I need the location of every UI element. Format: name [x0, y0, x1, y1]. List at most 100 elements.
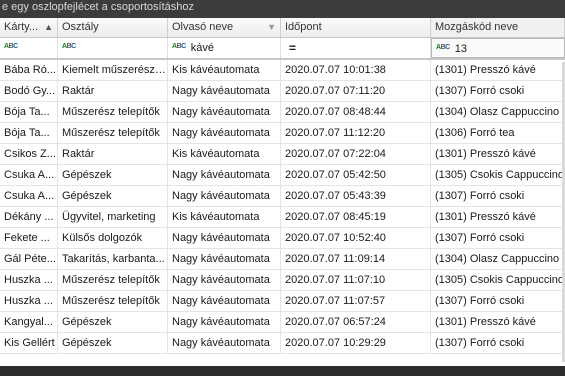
table-cell-osztaly[interactable]: Műszerész telepítők — [58, 123, 168, 143]
table-cell-olvaso[interactable]: Nagy kávéautomata — [168, 102, 281, 122]
table-cell-mozgaskod[interactable]: (1305) Csokis Cappuccino — [431, 270, 565, 290]
table-cell-olvaso[interactable]: Nagy kávéautomata — [168, 186, 281, 206]
table-row[interactable]: Bója Ta... Műszerész telepítők Nagy kávéau… — [0, 123, 565, 144]
table-cell-mozgaskod[interactable]: (1301) Presszó kávé — [431, 207, 565, 227]
table-cell-kartya[interactable]: Huszka ... — [0, 270, 58, 290]
table-cell-idopont[interactable]: 2020.07.07 08:48:44 — [281, 102, 431, 122]
table-cell-osztaly[interactable]: Külsős dolgozók — [58, 228, 168, 248]
table-cell-olvaso[interactable]: Nagy kávéautomata — [168, 312, 281, 332]
table-cell-osztaly[interactable]: Gépészek — [58, 165, 168, 185]
text-filter-icon: ABC — [4, 43, 18, 51]
table-cell-kartya[interactable]: Bója Ta... — [0, 123, 58, 143]
table-row[interactable]: Dékány ... Ügyvitel, marketing Kis kávéaut… — [0, 207, 565, 228]
table-row[interactable]: Bába Ró... Kiemelt műszerész t... Kis kávé… — [0, 60, 565, 81]
table-cell-kartya[interactable]: Bába Ró... — [0, 60, 58, 80]
table-cell-kartya[interactable]: Huszka ... — [0, 291, 58, 311]
table-cell-idopont[interactable]: 2020.07.07 10:52:40 — [281, 228, 431, 248]
table-cell-osztaly[interactable]: Gépészek — [58, 312, 168, 332]
table-row[interactable]: Bodó Gy... Raktár Nagy kávéautomata 2020.07… — [0, 81, 565, 102]
table-row[interactable]: Csuka A... Gépészek Nagy kávéautomata 2020.… — [0, 186, 565, 207]
table-cell-kartya[interactable]: Kis Gellért — [0, 333, 58, 353]
table-cell-olvaso[interactable]: Nagy kávéautomata — [168, 333, 281, 353]
table-cell-mozgaskod[interactable]: (1307) Forró csoki — [431, 228, 565, 248]
table-cell-mozgaskod[interactable]: (1304) Olasz Cappuccino — [431, 102, 565, 122]
table-row[interactable]: Huszka ... Műszerész telepítők Nagy kávéau… — [0, 291, 565, 312]
table-cell-mozgaskod[interactable]: (1301) Presszó kávé — [431, 312, 565, 332]
table-cell-osztaly[interactable]: Műszerész telepítők — [58, 102, 168, 122]
table-cell-osztaly[interactable]: Gépészek — [58, 333, 168, 353]
table-cell-idopont[interactable]: 2020.07.07 11:09:14 — [281, 249, 431, 269]
filter-cell-mozgaskod[interactable]: ABC 13 — [431, 38, 565, 58]
table-cell-idopont[interactable]: 2020.07.07 11:07:10 — [281, 270, 431, 290]
table-cell-idopont[interactable]: 2020.07.07 10:29:29 — [281, 333, 431, 353]
table-cell-mozgaskod[interactable]: (1307) Forró csoki — [431, 291, 565, 311]
column-header-olvaso-neve[interactable]: Olvasó neve ▼ — [168, 18, 281, 37]
table-cell-idopont[interactable]: 2020.07.07 11:07:57 — [281, 291, 431, 311]
table-row[interactable]: Kis Gellért Gépészek Nagy kávéautomata 2020… — [0, 333, 565, 354]
table-cell-osztaly[interactable]: Raktár — [58, 81, 168, 101]
table-cell-mozgaskod[interactable]: (1306) Forró tea — [431, 123, 565, 143]
table-cell-olvaso[interactable]: Nagy kávéautomata — [168, 228, 281, 248]
group-by-panel[interactable]: e egy oszlopfejlécet a csoportosításhoz — [0, 0, 565, 18]
table-cell-idopont[interactable]: 2020.07.07 06:57:24 — [281, 312, 431, 332]
table-row[interactable]: Csikos Z... Raktár Kis kávéautomata 2020.07… — [0, 144, 565, 165]
text-filter-icon: ABC — [172, 43, 186, 51]
table-row[interactable]: Gál Péte... Takarítás, karbanta... Nagy ká… — [0, 249, 565, 270]
table-cell-osztaly[interactable]: Kiemelt műszerész t... — [58, 60, 168, 80]
table-row[interactable]: Kangyal... Gépészek Nagy kávéautomata 2020.… — [0, 312, 565, 333]
table-cell-kartya[interactable]: Kangyal... — [0, 312, 58, 332]
column-header-kartya[interactable]: Kárty... ▲ — [0, 18, 58, 37]
table-cell-idopont[interactable]: 2020.07.07 05:42:50 — [281, 165, 431, 185]
table-cell-mozgaskod[interactable]: (1305) Csokis Cappuccino — [431, 165, 565, 185]
table-row[interactable]: Csuka A... Gépészek Nagy kávéautomata 2020.… — [0, 165, 565, 186]
column-header-idopont[interactable]: Időpont — [281, 18, 431, 37]
table-cell-mozgaskod[interactable]: (1307) Forró csoki — [431, 186, 565, 206]
table-cell-kartya[interactable]: Dékány ... — [0, 207, 58, 227]
filter-cell-idopont[interactable]: = — [281, 38, 431, 58]
table-cell-olvaso[interactable]: Kis kávéautomata — [168, 207, 281, 227]
table-cell-idopont[interactable]: 2020.07.07 07:22:04 — [281, 144, 431, 164]
table-cell-olvaso[interactable]: Nagy kávéautomata — [168, 165, 281, 185]
table-cell-idopont[interactable]: 2020.07.07 07:11:20 — [281, 81, 431, 101]
table-cell-kartya[interactable]: Bója Ta... — [0, 102, 58, 122]
table-cell-mozgaskod[interactable]: (1301) Presszó kávé — [431, 144, 565, 164]
column-header-mozgaskod[interactable]: Mozgáskód neve — [431, 18, 565, 37]
table-cell-osztaly[interactable]: Műszerész telepítők — [58, 291, 168, 311]
table-cell-olvaso[interactable]: Kis kávéautomata — [168, 144, 281, 164]
table-cell-osztaly[interactable]: Műszerész telepítők — [58, 270, 168, 290]
table-cell-osztaly[interactable]: Ügyvitel, marketing — [58, 207, 168, 227]
column-header-osztaly[interactable]: Osztály — [58, 18, 168, 37]
table-cell-idopont[interactable]: 2020.07.07 10:01:38 — [281, 60, 431, 80]
table-cell-osztaly[interactable]: Takarítás, karbanta... — [58, 249, 168, 269]
table-row[interactable]: Bója Ta... Műszerész telepítők Nagy kávéau… — [0, 102, 565, 123]
table-cell-idopont[interactable]: 2020.07.07 08:45:19 — [281, 207, 431, 227]
table-cell-kartya[interactable]: Fekete ... — [0, 228, 58, 248]
table-cell-olvaso[interactable]: Nagy kávéautomata — [168, 270, 281, 290]
table-cell-olvaso[interactable]: Nagy kávéautomata — [168, 123, 281, 143]
table-cell-kartya[interactable]: Bodó Gy... — [0, 81, 58, 101]
table-cell-olvaso[interactable]: Nagy kávéautomata — [168, 81, 281, 101]
table-cell-olvaso[interactable]: Kis kávéautomata — [168, 60, 281, 80]
filter-value: kávé — [190, 42, 214, 54]
table-cell-idopont[interactable]: 2020.07.07 05:43:39 — [281, 186, 431, 206]
filter-cell-osztaly[interactable]: ABC — [58, 38, 168, 58]
filter-value: 13 — [454, 43, 467, 55]
table-row[interactable]: Fekete ... Külsős dolgozók Nagy kávéautoma… — [0, 228, 565, 249]
table-cell-kartya[interactable]: Csikos Z... — [0, 144, 58, 164]
table-cell-olvaso[interactable]: Nagy kávéautomata — [168, 249, 281, 269]
table-cell-mozgaskod[interactable]: (1304) Olasz Cappuccino — [431, 249, 565, 269]
table-row[interactable]: Huszka ... Műszerész telepítők Nagy kávéau… — [0, 270, 565, 291]
table-cell-mozgaskod[interactable]: (1307) Forró csoki — [431, 81, 565, 101]
table-cell-kartya[interactable]: Csuka A... — [0, 165, 58, 185]
filter-cell-olvaso-neve[interactable]: ABC kávé — [168, 38, 281, 58]
funnel-icon[interactable]: ▼ — [267, 18, 276, 37]
table-cell-mozgaskod[interactable]: (1301) Presszó kávé — [431, 60, 565, 80]
table-cell-idopont[interactable]: 2020.07.07 11:12:20 — [281, 123, 431, 143]
table-cell-olvaso[interactable]: Nagy kávéautomata — [168, 291, 281, 311]
table-cell-mozgaskod[interactable]: (1307) Forró csoki — [431, 333, 565, 353]
table-cell-osztaly[interactable]: Gépészek — [58, 186, 168, 206]
table-cell-kartya[interactable]: Csuka A... — [0, 186, 58, 206]
table-cell-kartya[interactable]: Gál Péte... — [0, 249, 58, 269]
filter-cell-kartya[interactable]: ABC — [0, 38, 58, 58]
table-cell-osztaly[interactable]: Raktár — [58, 144, 168, 164]
